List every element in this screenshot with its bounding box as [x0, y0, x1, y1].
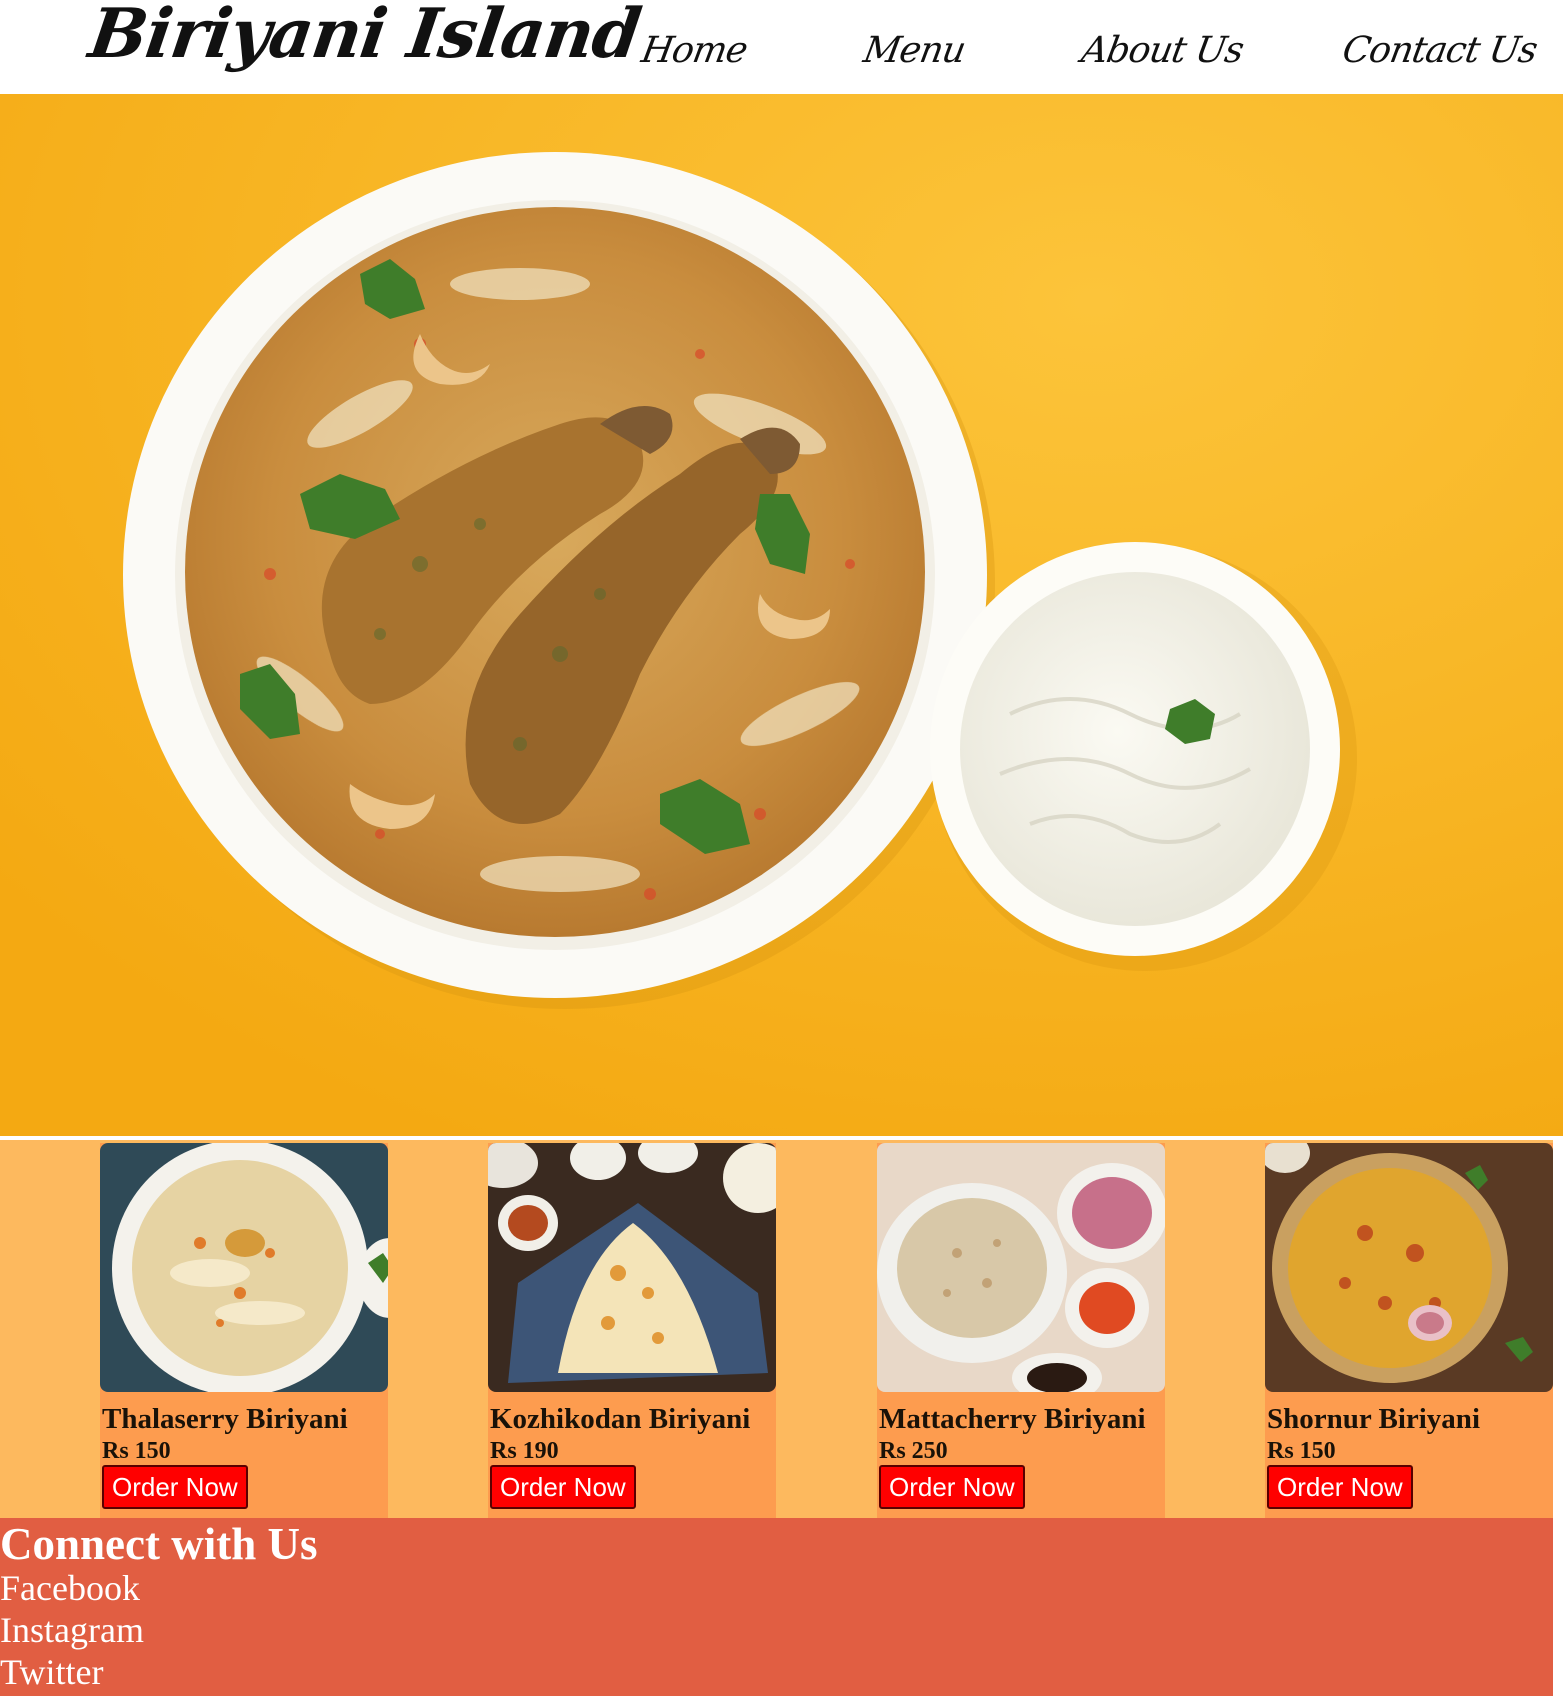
nav-menu-link[interactable]: Menu: [860, 30, 968, 71]
menu-item-price: Rs 190: [490, 1438, 559, 1464]
menu-card-shornur: Shornur Biriyani Rs 150 Order Now: [1265, 1143, 1553, 1518]
menu-item-name: Kozhikodan Biriyani: [490, 1403, 751, 1435]
navbar: Biriyani Island Home Menu About Us Conta…: [0, 0, 1563, 94]
order-now-button-kozhikodan[interactable]: Order Now: [490, 1465, 636, 1509]
menu-item-name: Thalaserry Biriyani: [102, 1403, 348, 1435]
menu-item-price: Rs 150: [1267, 1438, 1336, 1464]
nav-about-us-link[interactable]: About Us: [1078, 30, 1246, 71]
nav-home-link[interactable]: Home: [638, 30, 750, 71]
menu-item-price: Rs 150: [102, 1438, 171, 1464]
order-now-button-mattacherry[interactable]: Order Now: [879, 1465, 1025, 1509]
menu-card-kozhikodan: Kozhikodan Biriyani Rs 190 Order Now: [488, 1143, 776, 1518]
order-now-button-thalaserry[interactable]: Order Now: [102, 1465, 248, 1509]
brand-logo[interactable]: Biriyani Island: [84, 0, 645, 74]
hero-biriyani-photo: [0, 94, 1563, 1136]
kozhikodan-biriyani-image: [488, 1143, 776, 1392]
order-now-button-shornur[interactable]: Order Now: [1267, 1465, 1413, 1509]
footer: Connect with Us Facebook Instagram Twitt…: [0, 1518, 1553, 1696]
hero-image: [0, 94, 1563, 1136]
footer-title: Connect with Us: [0, 1519, 318, 1569]
mattacherry-biriyani-image: [877, 1143, 1165, 1392]
thalaserry-biriyani-image: [100, 1143, 388, 1392]
instagram-link[interactable]: Instagram: [0, 1609, 144, 1651]
menu-card-mattacherry: Mattacherry Biriyani Rs 250 Order Now: [877, 1143, 1165, 1518]
twitter-link[interactable]: Twitter: [0, 1651, 103, 1693]
facebook-link[interactable]: Facebook: [0, 1567, 140, 1609]
shornur-biriyani-image: [1265, 1143, 1553, 1392]
menu-item-price: Rs 250: [879, 1438, 948, 1464]
nav-contact-us-link[interactable]: Contact Us: [1339, 30, 1539, 71]
menu-item-name: Shornur Biriyani: [1267, 1403, 1480, 1435]
menu-item-name: Mattacherry Biriyani: [879, 1403, 1146, 1435]
menu-section: Thalaserry Biriyani Rs 150 Order Now Koz…: [0, 1140, 1553, 1518]
menu-card-thalaserry: Thalaserry Biriyani Rs 150 Order Now: [100, 1143, 388, 1518]
